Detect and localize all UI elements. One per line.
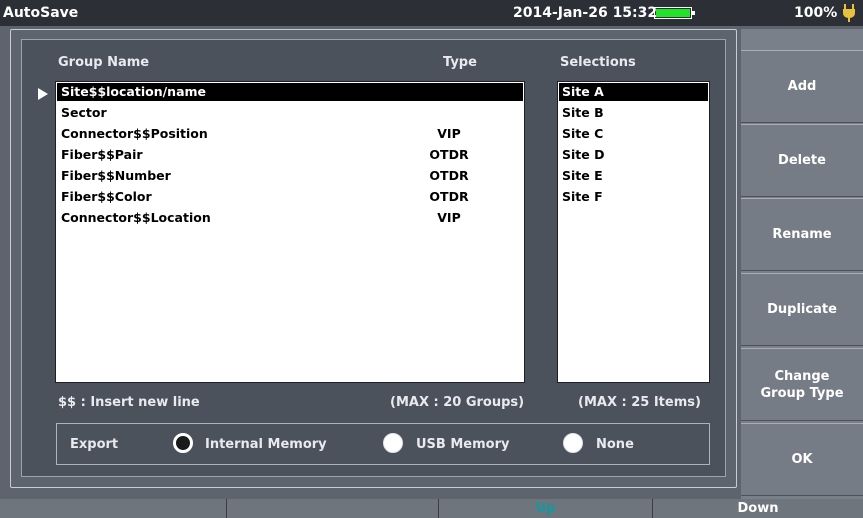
group-name-cell: Connector$$Location [61, 210, 211, 225]
datetime: 2014-Jan-26 15:32 [513, 5, 658, 21]
group-row[interactable]: Sector [57, 104, 523, 122]
group-name-cell: Fiber$$Pair [61, 147, 143, 162]
add-button-label: Add [787, 79, 817, 94]
function-key-2[interactable] [226, 499, 438, 518]
battery-icon [654, 7, 695, 19]
delete-button-label: Delete [778, 153, 826, 168]
group-name-header: Group Name [58, 55, 150, 70]
function-key-1[interactable] [0, 499, 226, 518]
export-label: Export [70, 437, 119, 452]
ok-button[interactable]: OK [741, 423, 863, 496]
selection-list[interactable]: Site A Site B Site C Site D Site E Site F [557, 81, 710, 383]
group-type-cell: OTDR [429, 168, 469, 183]
change-group-type-label: Change Group Type [760, 368, 843, 402]
selected-row-arrow-icon [38, 88, 48, 100]
selection-item[interactable]: Site C [559, 125, 708, 143]
duplicate-button-label: Duplicate [767, 302, 837, 317]
add-button[interactable]: Add [741, 50, 863, 123]
selection-item[interactable]: Site A [559, 83, 708, 101]
group-name-cell: Site$$location/name [61, 84, 207, 99]
option-usb-memory-label[interactable]: USB Memory [416, 437, 509, 452]
group-row[interactable]: Site$$location/name [57, 83, 523, 101]
delete-button[interactable]: Delete [741, 124, 863, 197]
group-name-cell: Sector [61, 105, 107, 120]
battery-percent: 100% [794, 5, 838, 21]
group-name-cell: Connector$$Position [61, 126, 208, 141]
rename-button-label: Rename [772, 227, 832, 242]
ok-button-label: OK [791, 452, 813, 467]
max-items-note: (MAX : 25 Items) [578, 395, 701, 410]
title-bar: AutoSave 2014-Jan-26 15:32 100% [0, 0, 863, 26]
radio-usb-memory[interactable] [383, 433, 403, 453]
rename-button[interactable]: Rename [741, 198, 863, 271]
down-key[interactable]: Down [652, 499, 863, 518]
radio-none[interactable] [563, 433, 583, 453]
group-name-cell: Fiber$$Color [61, 189, 152, 204]
group-name-cell: Fiber$$Number [61, 168, 171, 183]
selection-item[interactable]: Site B [559, 104, 708, 122]
group-row[interactable]: Connector$$Location VIP [57, 209, 523, 227]
change-group-type-button[interactable]: Change Group Type [741, 348, 863, 421]
group-list[interactable]: Site$$location/name Sector Connector$$Posi… [55, 81, 525, 383]
group-row[interactable]: Fiber$$Pair OTDR [57, 146, 523, 164]
selection-item[interactable]: Site E [559, 167, 708, 185]
group-type-cell: VIP [437, 126, 461, 141]
change-line1: Change [774, 368, 830, 384]
max-groups-note: (MAX : 20 Groups) [390, 395, 525, 410]
group-type-cell: VIP [437, 210, 461, 225]
duplicate-button[interactable]: Duplicate [741, 273, 863, 346]
insert-line-note: $$ : Insert new line [58, 395, 200, 410]
radio-internal-memory[interactable] [173, 433, 193, 453]
group-type-cell: OTDR [429, 147, 469, 162]
group-row[interactable]: Fiber$$Number OTDR [57, 167, 523, 185]
selection-item[interactable]: Site D [559, 146, 708, 164]
plug-icon [843, 4, 855, 22]
option-none-label[interactable]: None [596, 437, 634, 452]
group-row[interactable]: Connector$$Position VIP [57, 125, 523, 143]
selection-item[interactable]: Site F [559, 188, 708, 206]
up-key[interactable]: Up [438, 499, 652, 518]
change-line2: Group Type [760, 385, 844, 401]
option-internal-memory-label[interactable]: Internal Memory [205, 437, 327, 452]
group-type-cell: OTDR [429, 189, 469, 204]
app-title: AutoSave [3, 5, 79, 21]
type-header: Type [443, 55, 477, 70]
group-row[interactable]: Fiber$$Color OTDR [57, 188, 523, 206]
selections-header: Selections [560, 55, 636, 70]
